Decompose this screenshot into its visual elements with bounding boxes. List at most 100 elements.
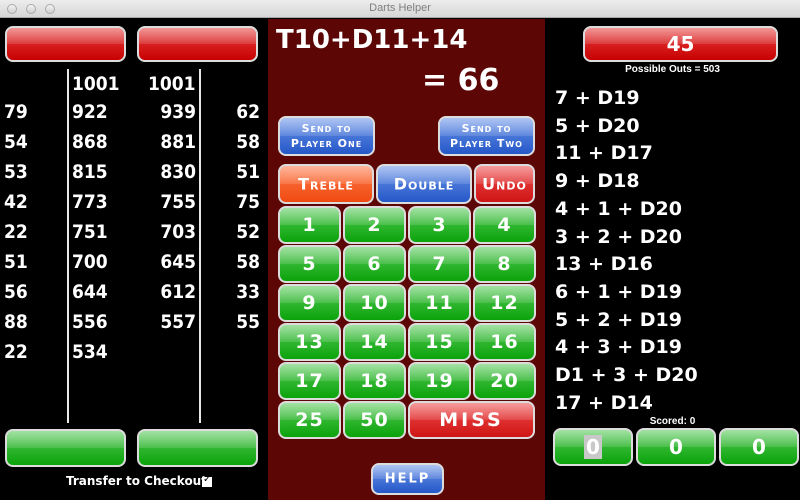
checkout-option[interactable]: 4 + 3 + D19 xyxy=(555,334,698,362)
number-button[interactable]: 12 xyxy=(473,284,536,322)
player-two-throw: 52 xyxy=(236,221,260,243)
player-two-action-button[interactable] xyxy=(137,429,258,467)
player-one-throw: 56 xyxy=(4,281,28,303)
help-button[interactable]: HELP xyxy=(371,463,444,495)
player-one-throw: 88 xyxy=(4,311,28,333)
player-two-throw: 62 xyxy=(236,101,260,123)
checkout-option[interactable]: 11 + D17 xyxy=(555,140,698,168)
player-one-action-button[interactable] xyxy=(5,429,126,467)
number-button[interactable]: 6 xyxy=(343,245,406,283)
player-two-remaining: 645 xyxy=(160,251,196,273)
number-button[interactable]: 3 xyxy=(408,206,471,244)
number-button[interactable]: 15 xyxy=(408,323,471,361)
number-button[interactable]: 1 xyxy=(278,206,341,244)
number-button[interactable]: 13 xyxy=(278,323,341,361)
checkout-option[interactable]: 7 + D19 xyxy=(555,85,698,113)
dart-one-input[interactable]: 0 xyxy=(553,428,633,466)
checkout-option[interactable]: 3 + 2 + D20 xyxy=(555,224,698,252)
player-one-remaining: 644 xyxy=(72,281,108,303)
column-divider-right xyxy=(199,69,201,423)
player-one-throw: 22 xyxy=(4,341,28,363)
send-to-player-two-button[interactable]: Send to Player Two xyxy=(438,116,535,156)
scored-label: Scored: 0 xyxy=(649,416,696,427)
checkout-option[interactable]: 6 + 1 + D19 xyxy=(555,279,698,307)
number-button[interactable]: 20 xyxy=(473,362,536,400)
player-one-throws-column: 79 54 53 42 22 51 56 88 22 xyxy=(4,97,28,367)
checkout-option[interactable]: 13 + D16 xyxy=(555,251,698,279)
bull-50-button[interactable]: 50 xyxy=(343,401,406,439)
player-one-throw: 42 xyxy=(4,191,28,213)
number-button[interactable]: 16 xyxy=(473,323,536,361)
remaining-score-display[interactable]: 45 xyxy=(583,26,778,62)
player-two-remaining: 612 xyxy=(160,281,196,303)
player-one-remaining: 922 xyxy=(72,101,108,123)
number-button[interactable]: 17 xyxy=(278,362,341,400)
player-one-throw: 53 xyxy=(4,161,28,183)
dart-input-panel: T10+D11+14 = 66 Send to Player One Send … xyxy=(268,19,545,500)
player-one-remaining: 751 xyxy=(72,221,108,243)
player-two-throw: 58 xyxy=(236,131,260,153)
miss-button[interactable]: MISS xyxy=(408,401,535,439)
possible-outs-label: Possible Outs = 503 xyxy=(625,64,720,75)
player-one-throw: 22 xyxy=(4,221,28,243)
double-button[interactable]: Double xyxy=(376,164,472,204)
player-two-remaining-column: 939 881 830 755 703 645 612 557 xyxy=(158,97,196,337)
send-to-player-one-button[interactable]: Send to Player One xyxy=(278,116,375,156)
number-button[interactable]: 4 xyxy=(473,206,536,244)
dart-two-input[interactable]: 0 xyxy=(636,428,716,466)
number-button[interactable]: 9 xyxy=(278,284,341,322)
player-two-throw: 51 xyxy=(236,161,260,183)
treble-button[interactable]: Treble xyxy=(278,164,374,204)
number-button[interactable]: 18 xyxy=(343,362,406,400)
number-button[interactable]: 8 xyxy=(473,245,536,283)
checkout-option[interactable]: 5 + 2 + D19 xyxy=(555,307,698,335)
player-two-name-button[interactable] xyxy=(137,26,258,62)
player-one-remaining: 773 xyxy=(72,191,108,213)
player-one-remaining-column: 922 868 815 773 751 700 644 556 534 xyxy=(72,97,108,367)
number-button[interactable]: 14 xyxy=(343,323,406,361)
checkout-panel: 45 Possible Outs = 503 7 + D19 5 + D20 11 … xyxy=(545,19,800,500)
number-button[interactable]: 2 xyxy=(343,206,406,244)
undo-button[interactable]: Undo xyxy=(474,164,535,204)
number-button[interactable]: 10 xyxy=(343,284,406,322)
player-two-throw: 55 xyxy=(236,311,260,333)
player-two-remaining: 703 xyxy=(160,221,196,243)
check-icon: ✓ xyxy=(203,474,212,485)
player-two-throw: 58 xyxy=(236,251,260,273)
checkout-options-list: 7 + D19 5 + D20 11 + D17 9 + D18 4 + 1 + D20… xyxy=(555,85,698,415)
player-one-remaining: 868 xyxy=(72,131,108,153)
player-two-remaining: 755 xyxy=(160,191,196,213)
player-one-remaining: 556 xyxy=(72,311,108,333)
player-two-throw: 33 xyxy=(236,281,260,303)
window-title: Darts Helper xyxy=(369,2,431,14)
player-two-remaining: 939 xyxy=(160,101,196,123)
column-divider-left xyxy=(67,69,69,423)
bull-25-button[interactable]: 25 xyxy=(278,401,341,439)
number-button[interactable]: 19 xyxy=(408,362,471,400)
player-one-start-score: 1001 xyxy=(72,73,120,95)
transfer-to-checkout-label: Transfer to Checkout xyxy=(66,474,207,488)
player-one-throw: 79 xyxy=(4,101,28,123)
checkout-option[interactable]: 9 + D18 xyxy=(555,168,698,196)
number-button[interactable]: 5 xyxy=(278,245,341,283)
checkout-option[interactable]: 5 + D20 xyxy=(555,113,698,141)
player-one-remaining: 700 xyxy=(72,251,108,273)
player-two-throw: 75 xyxy=(236,191,260,213)
player-one-remaining: 815 xyxy=(72,161,108,183)
transfer-to-checkout-checkbox[interactable]: ✓ xyxy=(202,474,212,487)
number-button[interactable]: 11 xyxy=(408,284,471,322)
player-one-throw: 54 xyxy=(4,131,28,153)
checkout-option[interactable]: 17 + D14 xyxy=(555,390,698,415)
checkout-option[interactable]: D1 + 3 + D20 xyxy=(555,362,698,390)
checkout-option[interactable]: 4 + 1 + D20 xyxy=(555,196,698,224)
scoreboard-panel: 1001 1001 79 54 53 42 22 51 56 88 22 922 868 815 77… xyxy=(0,19,268,500)
title-bar: Darts Helper xyxy=(0,0,800,18)
player-one-name-button[interactable] xyxy=(5,26,126,62)
player-two-remaining: 881 xyxy=(160,131,196,153)
player-two-remaining: 830 xyxy=(160,161,196,183)
dart-three-input[interactable]: 0 xyxy=(719,428,799,466)
number-button[interactable]: 7 xyxy=(408,245,471,283)
player-one-throw: 51 xyxy=(4,251,28,273)
throw-total: = 66 xyxy=(422,63,500,98)
player-two-remaining: 557 xyxy=(160,311,196,333)
